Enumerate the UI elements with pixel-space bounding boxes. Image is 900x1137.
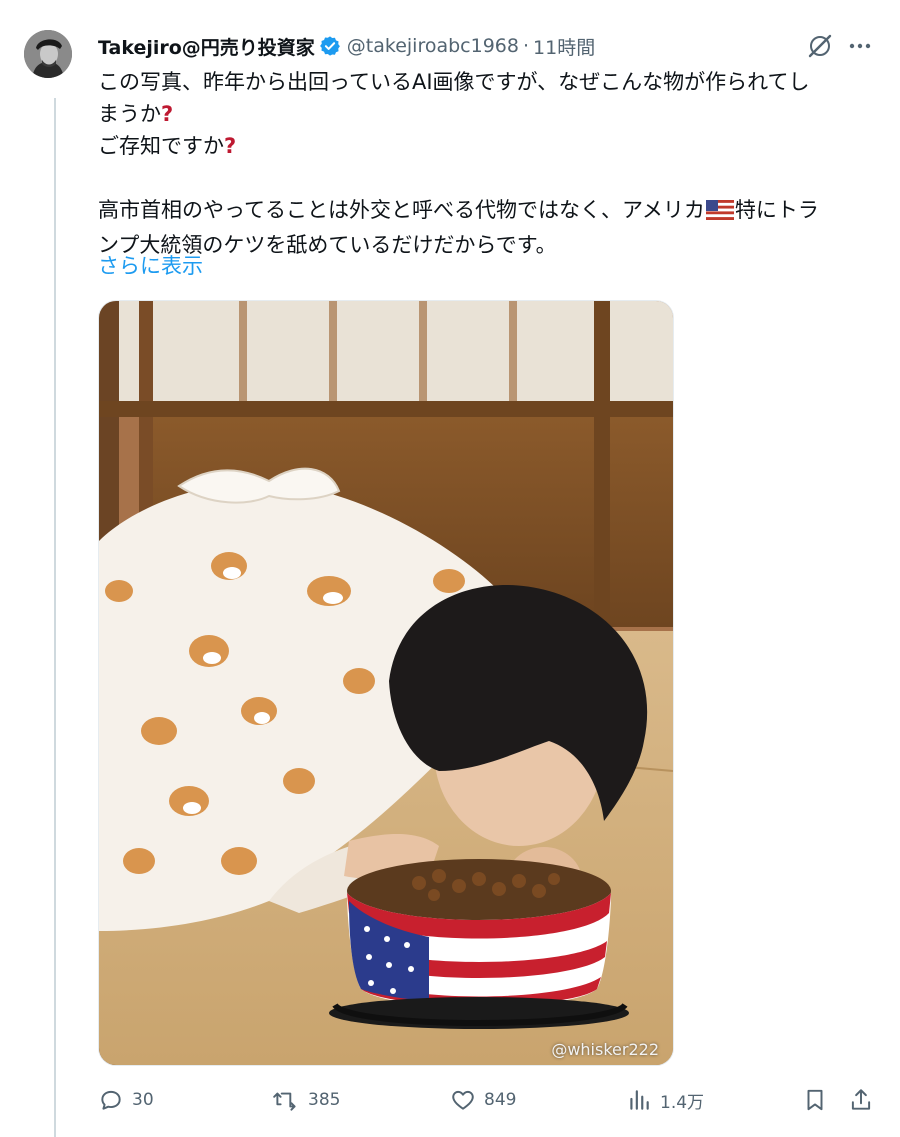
tweet-header: Takejiro@円売り投資家 @takejiroabc1968 · 11時間 [98,32,595,60]
share-icon [851,1089,871,1110]
red-question-mark-icon: ? [161,102,174,126]
reply-button[interactable]: 30 [98,1084,154,1116]
action-bar: 30 385 849 1.4万 [98,1084,878,1116]
bookmark-button[interactable] [802,1084,828,1116]
display-name[interactable]: Takejiro@円売り投資家 [98,33,315,60]
tweet-line: 特にトラ [734,198,819,222]
views-count: 1.4万 [660,1092,705,1113]
tweet-line: ご存知ですか [98,134,224,158]
us-flag-icon [705,197,734,229]
verified-badge-icon [319,35,341,57]
more-options-icon[interactable] [846,32,874,60]
reply-icon [101,1090,121,1110]
grok-icon[interactable] [806,32,834,60]
share-button[interactable] [848,1084,874,1116]
tweet-image-illustration [99,301,673,1065]
bookmark-icon [807,1089,823,1111]
views-chart-icon [630,1090,649,1110]
repost-icon [273,1092,296,1111]
repost-count: 385 [308,1090,341,1110]
show-more-link[interactable]: さらに表示 [98,252,203,280]
tweet-image[interactable]: @whisker222 [98,300,674,1066]
like-button[interactable]: 849 [450,1084,516,1116]
thread-line [54,98,56,1137]
tweet-text: この写真、昨年から出回っているAI画像ですが、なぜこんな物が作られてし まうか?… [98,66,878,261]
avatar[interactable] [24,30,72,78]
repost-button[interactable]: 385 [272,1084,340,1116]
separator-dot: · [522,35,530,57]
heart-icon [452,1090,474,1110]
views-button[interactable]: 1.4万 [626,1084,704,1116]
post-time[interactable]: 11時間 [533,33,595,60]
like-count: 849 [484,1090,517,1110]
red-question-mark-icon: ? [224,134,237,158]
tweet-line: この写真、昨年から出回っているAI画像ですが、なぜこんな物が作られてし [98,70,810,94]
user-handle[interactable]: @takejiroabc1968 [347,35,519,57]
reply-count: 30 [132,1090,154,1110]
image-watermark: @whisker222 [551,1040,659,1059]
tweet-line: まうか [98,102,161,126]
tweet-line: 高市首相のやってることは外交と呼べる代物ではなく、アメリカ [98,198,705,222]
